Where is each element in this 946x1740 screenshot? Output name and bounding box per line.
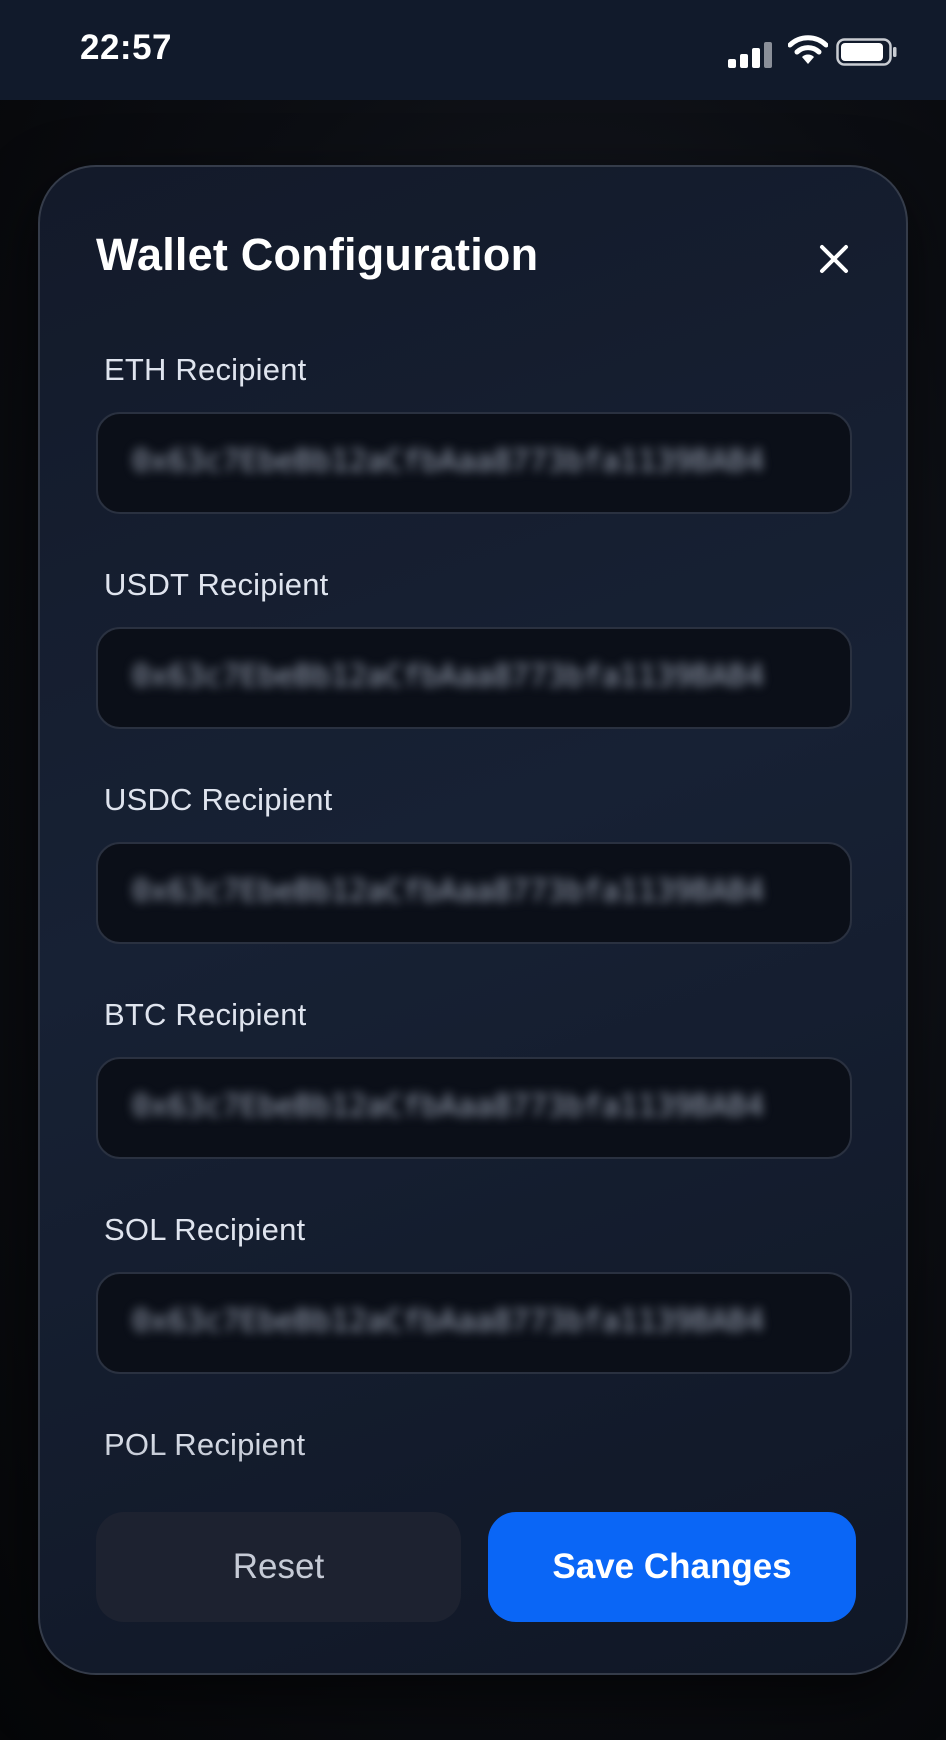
usdt-recipient-field: USDT Recipient 0x63c7EbeBb12aCfbAaa8773b…	[96, 567, 856, 782]
sol-recipient-field: SOL Recipient 0x63c7EbeBb12aCfbAaa8773bf…	[96, 1212, 856, 1427]
field-value: 0x63c7EbeBb12aCfbAaa8773bfa1139BAB4	[132, 1304, 765, 1339]
sol-recipient-input[interactable]: 0x63c7EbeBb12aCfbAaa8773bfa1139BAB4	[96, 1272, 852, 1374]
wifi-icon	[788, 35, 828, 64]
btc-recipient-input[interactable]: 0x63c7EbeBb12aCfbAaa8773bfa1139BAB4	[96, 1057, 852, 1159]
wallet-configuration-modal: Wallet Configuration ETH Recipient 0x63c…	[38, 165, 908, 1675]
eth-recipient-input[interactable]: 0x63c7EbeBb12aCfbAaa8773bfa1139BAB4	[96, 412, 852, 514]
usdt-recipient-input[interactable]: 0x63c7EbeBb12aCfbAaa8773bfa1139BAB4	[96, 627, 852, 729]
field-label: USDT Recipient	[104, 567, 329, 602]
eth-recipient-field: ETH Recipient 0x63c7EbeBb12aCfbAaa8773bf…	[96, 352, 856, 567]
field-label: SOL Recipient	[104, 1212, 306, 1247]
modal-title: Wallet Configuration	[96, 229, 539, 280]
usdc-recipient-input[interactable]: 0x63c7EbeBb12aCfbAaa8773bfa1139BAB4	[96, 842, 852, 944]
field-value: 0x63c7EbeBb12aCfbAaa8773bfa1139BAB4	[132, 1089, 765, 1124]
close-icon[interactable]	[810, 235, 858, 283]
field-value: 0x63c7EbeBb12aCfbAaa8773bfa1139BAB4	[132, 874, 765, 909]
status-time: 22:57	[80, 28, 173, 67]
recipient-fields-list[interactable]: ETH Recipient 0x63c7EbeBb12aCfbAaa8773bf…	[96, 352, 856, 1617]
field-label: BTC Recipient	[104, 997, 307, 1032]
reset-button[interactable]: Reset	[96, 1512, 461, 1622]
battery-icon	[836, 38, 897, 66]
field-label: USDC Recipient	[104, 782, 333, 817]
field-label: ETH Recipient	[104, 352, 307, 387]
field-value: 0x63c7EbeBb12aCfbAaa8773bfa1139BAB4	[132, 444, 765, 479]
usdc-recipient-field: USDC Recipient 0x63c7EbeBb12aCfbAaa8773b…	[96, 782, 856, 997]
field-value: 0x63c7EbeBb12aCfbAaa8773bfa1139BAB4	[132, 659, 765, 694]
status-bar: 22:57	[0, 0, 946, 100]
signal-icon	[728, 42, 772, 68]
btc-recipient-field: BTC Recipient 0x63c7EbeBb12aCfbAaa8773bf…	[96, 997, 856, 1212]
field-label: POL Recipient	[104, 1427, 306, 1462]
save-changes-button[interactable]: Save Changes	[488, 1512, 856, 1622]
